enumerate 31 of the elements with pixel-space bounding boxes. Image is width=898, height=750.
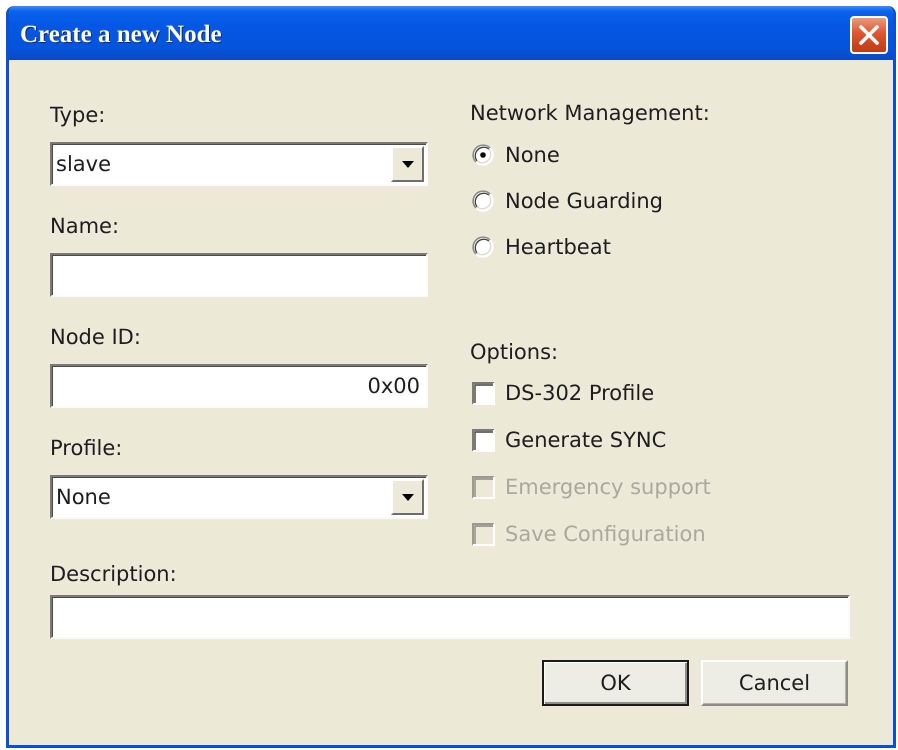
dropdown[interactable]: slave	[50, 142, 428, 186]
section-label: Network Management:	[470, 100, 710, 126]
field-label: Description:	[50, 561, 177, 587]
checkbox-icon[interactable]	[472, 428, 495, 452]
dropdown-button[interactable]	[391, 479, 424, 515]
input-field[interactable]	[50, 595, 850, 639]
dropdown[interactable]: None	[50, 475, 428, 519]
dialog-button[interactable]: OK	[542, 660, 689, 706]
dialog-button[interactable]: Cancel	[701, 660, 848, 706]
radio-option[interactable]: Heartbeat	[470, 232, 611, 262]
field-label: Name:	[50, 213, 120, 239]
radio-icon[interactable]	[472, 236, 494, 258]
field-label: Type:	[50, 102, 106, 128]
checkbox-icon[interactable]	[472, 382, 495, 404]
field-label: Node ID:	[50, 324, 141, 350]
input-field[interactable]: 0x00	[50, 364, 428, 408]
window-title: Create a new Node	[20, 21, 222, 49]
checkbox-option[interactable]: Generate SYNC	[470, 425, 666, 455]
checkbox-option[interactable]: DS-302 Profile	[470, 378, 654, 408]
close-button[interactable]	[850, 16, 888, 54]
caret-icon	[402, 494, 414, 500]
close-icon	[859, 25, 879, 45]
caret-icon	[402, 160, 414, 168]
radio-icon[interactable]	[472, 190, 494, 212]
dropdown-button[interactable]	[391, 146, 424, 182]
radio-icon[interactable]	[472, 144, 494, 166]
input-field[interactable]	[50, 253, 428, 297]
radio-option[interactable]: None	[470, 140, 560, 170]
radio-option[interactable]: Node Guarding	[470, 186, 664, 216]
field-label: Profile:	[50, 435, 122, 461]
section-label: Options:	[470, 339, 558, 365]
